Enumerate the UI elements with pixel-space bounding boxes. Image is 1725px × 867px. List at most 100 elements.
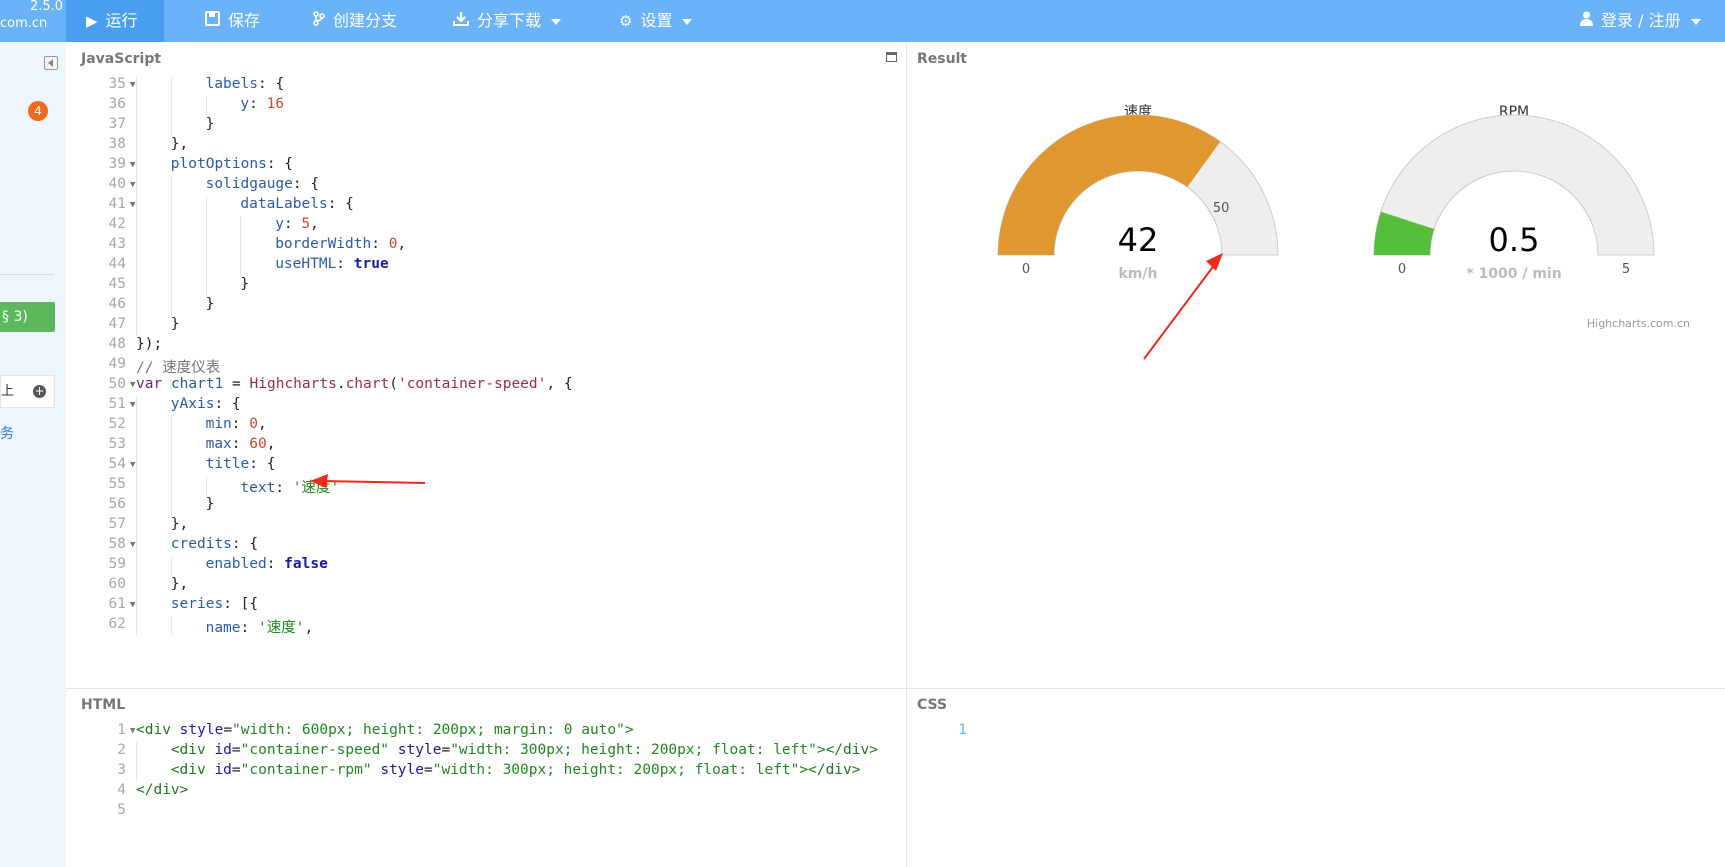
code-line: },	[170, 516, 189, 532]
indent-guide	[170, 216, 172, 236]
indent-guide	[136, 596, 137, 616]
indent-guide	[170, 296, 172, 316]
indent-guide	[136, 436, 137, 456]
line-number: 42	[108, 216, 126, 232]
code-line: var chart1 = Highcharts.chart('container…	[136, 376, 573, 392]
speed-gauge: 速度 0 50 42 km/h	[997, 104, 1279, 282]
code-line: <div id="container-speed" style="width: …	[170, 742, 878, 758]
sidebar-green-button[interactable]: § 3)	[0, 302, 55, 332]
line-number: 43	[108, 236, 126, 252]
notification-badge[interactable]: 4	[28, 101, 48, 121]
line-number: 1	[117, 722, 126, 738]
code-line: dataLabels: {	[240, 196, 354, 212]
fold-toggle-icon[interactable]: ▼	[130, 180, 135, 190]
code-line: yAxis: {	[170, 396, 241, 412]
indent-guide	[136, 476, 137, 496]
fold-toggle-icon[interactable]: ▼	[130, 400, 135, 410]
login-register-button[interactable]: 登录 / 注册	[1580, 0, 1701, 42]
line-number: 59	[108, 556, 126, 572]
code-line: <div style="width: 600px; height: 200px;…	[136, 722, 634, 738]
fold-toggle-icon[interactable]: ▼	[130, 726, 135, 736]
chevron-down-icon	[682, 18, 693, 25]
fold-toggle-icon[interactable]: ▼	[130, 540, 135, 550]
line-number: 1	[958, 722, 967, 738]
code-line: });	[136, 336, 163, 352]
code-line: labels: {	[205, 76, 285, 92]
play-icon: ▶	[86, 12, 98, 30]
plus-circle-icon[interactable]: +	[33, 385, 46, 398]
line-number: 58	[108, 536, 126, 552]
indent-guide	[205, 236, 207, 256]
indent-guide	[136, 236, 137, 256]
highcharts-credits-link[interactable]: Highcharts.com.cn	[1587, 317, 1690, 330]
indent-guide	[136, 216, 137, 236]
code-line: }	[205, 296, 215, 312]
settings-button[interactable]: ⚙ 设置	[619, 0, 693, 42]
horizontal-panel-divider[interactable]	[66, 688, 1725, 689]
annotation-arrow-code	[310, 474, 426, 488]
indent-guide	[170, 196, 172, 216]
fold-toggle-icon[interactable]: ▼	[130, 460, 135, 470]
indent-guide	[136, 516, 137, 536]
fold-toggle-icon[interactable]: ▼	[130, 80, 135, 90]
indent-guide	[136, 742, 137, 762]
line-number: 49	[108, 356, 126, 372]
code-line: }	[240, 276, 250, 292]
code-line: max: 60,	[205, 436, 276, 452]
css-editor[interactable]: 1	[907, 722, 1725, 862]
sidebar-add-row[interactable]: 上 +	[0, 375, 55, 408]
line-number: 61	[108, 596, 126, 612]
speed-tick-label: 50	[1213, 201, 1230, 216]
gear-icon: ⚙	[619, 12, 633, 30]
maximize-icon[interactable]	[886, 52, 897, 62]
collapse-sidebar-icon[interactable]	[44, 56, 58, 70]
indent-guide	[136, 536, 137, 556]
rpm-min-label: 0	[1398, 262, 1406, 277]
line-number: 54	[108, 456, 126, 472]
indent-guide	[170, 76, 172, 96]
line-number: 55	[108, 476, 126, 492]
line-number: 57	[108, 516, 126, 532]
indent-guide	[170, 236, 172, 256]
indent-guide	[170, 256, 172, 276]
indent-guide	[136, 156, 137, 176]
sidebar-link[interactable]: 务	[0, 423, 14, 443]
line-number: 50	[108, 376, 126, 392]
indent-guide	[136, 196, 137, 216]
indent-guide	[136, 116, 137, 136]
chevron-down-icon	[551, 18, 562, 25]
fold-toggle-icon[interactable]: ▼	[130, 200, 135, 210]
fold-toggle-icon[interactable]: ▼	[130, 160, 135, 170]
indent-guide	[136, 76, 137, 96]
fold-toggle-icon[interactable]: ▼	[130, 380, 135, 390]
line-number: 37	[108, 116, 126, 132]
rpm-unit-label: * 1000 / min	[1466, 266, 1561, 282]
code-line: useHTML: true	[275, 256, 389, 272]
javascript-editor[interactable]: 35 ▼ labels: {36 y: 16 37} 38}, 39 ▼ plotOptions…	[66, 76, 906, 686]
line-number: 41	[108, 196, 126, 212]
line-number: 48	[108, 336, 126, 352]
share-download-button[interactable]: 分享下载	[453, 0, 562, 42]
save-button[interactable]: 保存	[205, 0, 260, 42]
indent-guide	[136, 316, 137, 336]
speed-min-label: 0	[1022, 262, 1030, 277]
line-number: 62	[108, 616, 126, 632]
line-number: 44	[108, 256, 126, 272]
fold-toggle-icon[interactable]: ▼	[130, 600, 135, 610]
version-label: 2.5.0	[30, 0, 64, 14]
code-line: },	[170, 576, 189, 592]
code-line: y: 5,	[275, 216, 319, 232]
code-line: y: 16	[240, 96, 285, 112]
line-number: 38	[108, 136, 126, 152]
line-number: 36	[108, 96, 126, 112]
fork-button[interactable]: 创建分支	[313, 0, 397, 42]
html-editor[interactable]: 1 ▼ <div style="width: 600px; height: 200p…	[66, 722, 906, 862]
code-line: }	[170, 316, 180, 332]
run-button[interactable]: ▶ 运行	[66, 0, 164, 42]
result-panel-title: Result	[917, 51, 968, 67]
code-line: credits: {	[170, 536, 259, 552]
line-number: 40	[108, 176, 126, 192]
indent-guide	[170, 176, 172, 196]
brand-logo[interactable]: 2.5.0 com.cn	[0, 0, 66, 42]
indent-guide	[136, 762, 137, 782]
